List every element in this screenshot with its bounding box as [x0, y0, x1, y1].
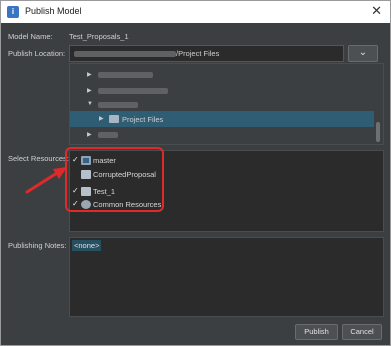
select-resources-label: Select Resources: — [8, 154, 69, 163]
expand-arrow-icon[interactable]: ▶ — [87, 71, 92, 78]
tree-scrollbar[interactable] — [376, 122, 380, 142]
publishing-notes-label: Publishing Notes: — [8, 241, 67, 250]
annotation-highlight-box — [65, 147, 164, 212]
redacted-item — [98, 72, 153, 78]
publish-model-dialog: i Publish Model ✕ Model Name: Test_Propo… — [0, 0, 391, 346]
publish-button[interactable]: Publish — [295, 324, 338, 340]
publishing-notes-field[interactable]: <none> — [69, 237, 384, 317]
model-name-value: Test_Proposals_1 — [69, 32, 129, 41]
publish-location-field[interactable]: /Project Files — [69, 45, 344, 62]
expand-arrow-icon[interactable]: ▶ — [99, 115, 104, 122]
tree-row[interactable]: ▶ — [70, 127, 374, 143]
window-title: Publish Model — [25, 6, 82, 16]
collapse-arrow-icon[interactable]: ▼ — [87, 101, 93, 107]
close-icon[interactable]: ✕ — [371, 3, 382, 19]
cancel-button[interactable]: Cancel — [342, 324, 382, 340]
expand-arrow-icon[interactable]: ▶ — [87, 87, 92, 94]
location-tree[interactable]: ▶ ▶ ▼ ▶ Project Files ▶ — [69, 63, 384, 145]
folder-icon — [109, 115, 119, 123]
redacted-item — [98, 102, 138, 108]
publishing-notes-value: <none> — [72, 240, 102, 251]
annotation-arrow-icon — [25, 167, 67, 194]
tree-row[interactable]: ▶ — [70, 67, 374, 83]
redacted-item — [98, 88, 168, 94]
title-bar: i Publish Model ✕ — [1, 1, 390, 23]
tree-row-project-files[interactable]: ▶ Project Files — [70, 111, 374, 127]
redacted-item — [98, 132, 118, 138]
info-icon: i — [7, 6, 19, 18]
expand-arrow-icon[interactable]: ▶ — [87, 131, 92, 138]
redacted-path — [74, 51, 176, 58]
expand-location-button[interactable]: ⌄ — [348, 45, 378, 62]
model-name-label: Model Name: — [8, 32, 53, 41]
tree-item-label: Project Files — [122, 115, 164, 124]
publish-location-value: /Project Files — [176, 49, 220, 58]
publish-location-label: Publish Location: — [8, 49, 66, 58]
